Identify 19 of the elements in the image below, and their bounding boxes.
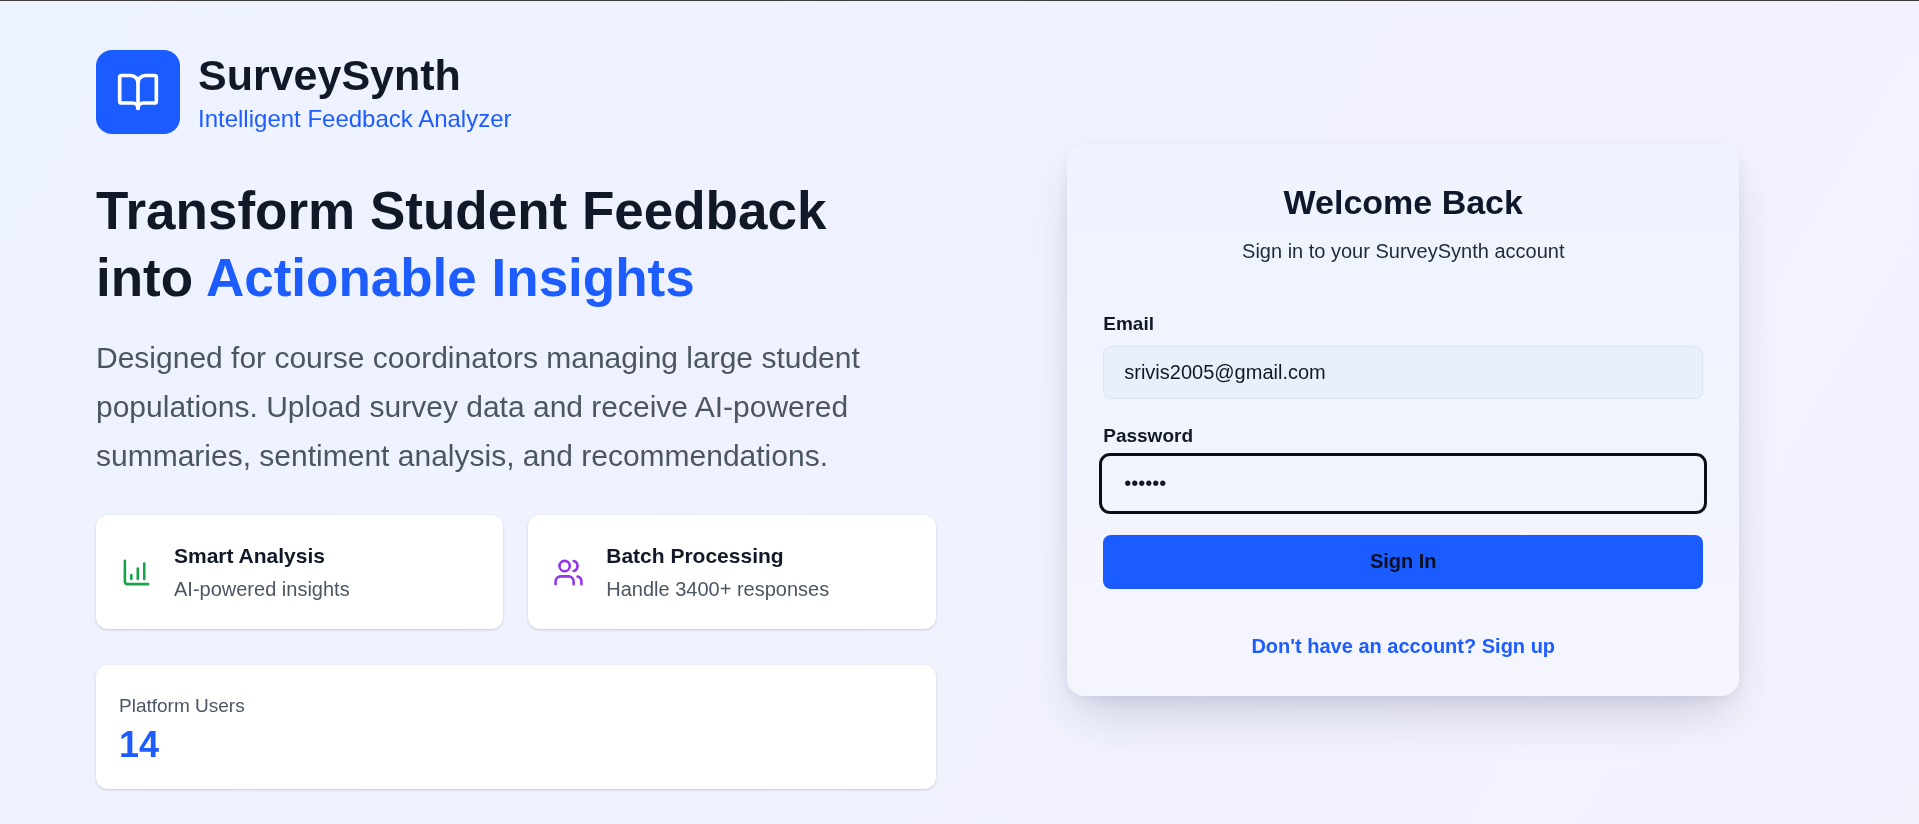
brand-tagline: Intelligent Feedback Analyzer [198, 104, 512, 134]
hero-headline: Transform Student Feedback into Actionable Insights [96, 180, 828, 309]
hero-description: Designed for course coordinators managing large student populations. Upload survey data and receive AI-powered summaries, sentiment analysis, and recommendations. [96, 340, 861, 474]
feature-title: Batch Processing [606, 543, 785, 569]
feature-title: Smart Analysis [174, 543, 326, 569]
stat-label: Platform Users [119, 694, 246, 718]
feature-subtitle: AI-powered insights [174, 577, 350, 602]
input-field[interactable]: srivis2005@gmail.com [1103, 345, 1704, 399]
field-label: Password [1103, 423, 1194, 448]
login-subtitle: Sign in to your SurveySynth account [1241, 238, 1566, 264]
login-title: Welcome Back [1282, 181, 1524, 222]
focused-input-field[interactable]: •••••• [1099, 452, 1708, 514]
feature-subtitle: Handle 3400+ responses [606, 577, 830, 602]
book-icon [96, 50, 180, 134]
brand-name: SurveySynth [198, 50, 462, 100]
sign-up-link[interactable]: Don't have an account? Sign up [1251, 632, 1556, 659]
field-label: Email [1103, 311, 1155, 336]
sign-in-button[interactable]: Sign In [1103, 534, 1704, 589]
stat-value: 14 [119, 725, 161, 765]
